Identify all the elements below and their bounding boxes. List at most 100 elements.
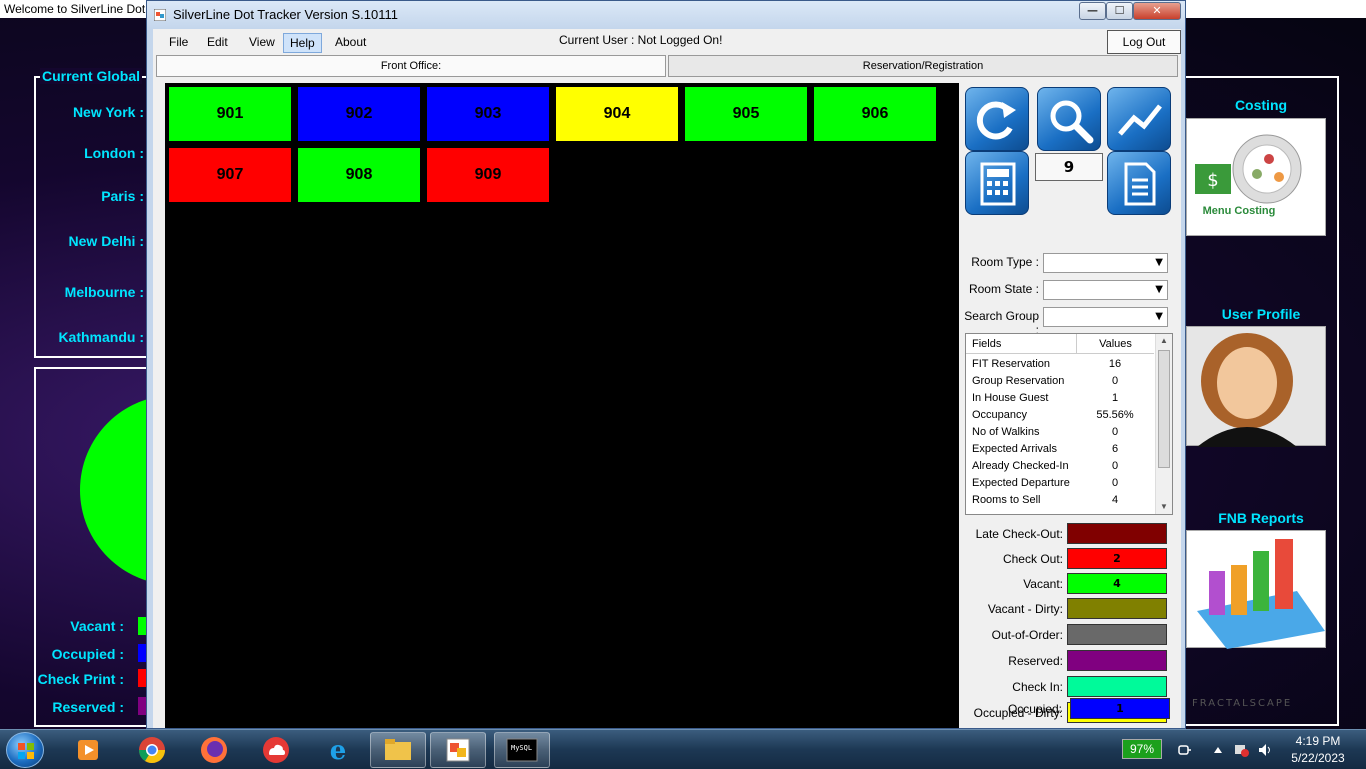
chevron-down-icon: ▼	[1155, 311, 1163, 322]
show-hidden-icons-icon[interactable]	[1210, 742, 1226, 758]
watermark-text: FRACTALSCAPE	[1192, 698, 1293, 709]
volume-icon[interactable]	[1257, 742, 1273, 758]
stats-header: Fields Values	[966, 334, 1154, 354]
stat-field: FIT Reservation	[972, 358, 1051, 370]
svg-text:$: $	[1207, 170, 1218, 191]
costing-tile[interactable]: $ Menu Costing	[1186, 118, 1326, 236]
room-board: 901 902 903 904 905 906 907 908 909	[165, 83, 959, 728]
legend-reserved-swatch	[1067, 650, 1167, 671]
silverline-app-icon	[446, 738, 470, 762]
close-button[interactable]: ✕	[1133, 2, 1181, 20]
chart-button[interactable]	[1107, 87, 1171, 151]
taskbar-cloud-app[interactable]	[248, 732, 304, 768]
logout-button[interactable]: Log Out	[1107, 30, 1181, 54]
taskbar-media-player[interactable]	[60, 732, 116, 768]
taskbar-firefox[interactable]	[186, 732, 242, 768]
scrollbar-thumb[interactable]	[1158, 350, 1170, 468]
window-titlebar[interactable]: SilverLine Dot Tracker Version S.10111 —…	[147, 1, 1185, 29]
room-tile[interactable]: 907	[169, 148, 291, 202]
stat-field: Expected Arrivals	[972, 443, 1057, 455]
room-tile[interactable]: 905	[685, 87, 807, 141]
stat-value: 1	[1111, 392, 1119, 404]
stats-header-fields: Fields	[972, 338, 1002, 350]
pie-legend-check-print: Check Print :	[37, 671, 124, 687]
room-tile[interactable]: 903	[427, 87, 549, 141]
calculator-icon	[980, 162, 1016, 206]
tab-reservation-registration[interactable]: Reservation/Registration	[668, 55, 1178, 77]
menu-costing-caption: Menu Costing	[1202, 205, 1276, 217]
costing-title: Costing	[1234, 97, 1288, 113]
maximize-button[interactable]: ☐	[1106, 2, 1133, 20]
chevron-down-icon: ▼	[1155, 284, 1163, 295]
taskbar: e MySQL 97% 4:19 PM 5/22/2023	[0, 729, 1366, 769]
legend-check-out-swatch: 2	[1067, 548, 1167, 569]
room-tile[interactable]: 908	[298, 148, 420, 202]
user-profile-tile[interactable]	[1186, 326, 1326, 447]
menu-help[interactable]: Help	[283, 33, 322, 53]
table-row[interactable]: Rooms to Sell 4	[966, 492, 1154, 509]
taskbar-silverline-app[interactable]	[430, 732, 486, 768]
stat-value: 0	[1111, 477, 1119, 489]
stat-value: 55.56%	[1096, 409, 1134, 421]
table-row[interactable]: Already Checked-In 0	[966, 458, 1154, 475]
firefox-icon	[201, 737, 227, 763]
room-tile[interactable]: 902	[298, 87, 420, 141]
room-tile[interactable]: 901	[169, 87, 291, 141]
search-button[interactable]	[1037, 87, 1101, 151]
report-button[interactable]	[1107, 151, 1171, 215]
table-row[interactable]: FIT Reservation 16	[966, 356, 1154, 373]
battery-indicator[interactable]: 97%	[1122, 739, 1162, 759]
stats-scrollbar[interactable]: ▲ ▼	[1155, 334, 1172, 514]
table-row[interactable]: No of Walkins 0	[966, 424, 1154, 441]
calculator-button[interactable]	[965, 151, 1029, 215]
legend-check-out-label: Check Out:	[1002, 552, 1063, 566]
chevron-down-icon: ▼	[1155, 257, 1163, 268]
menu-edit[interactable]: Edit	[201, 33, 234, 53]
scroll-up-icon[interactable]: ▲	[1160, 336, 1168, 345]
menu-view[interactable]: View	[243, 33, 281, 53]
chrome-icon	[138, 737, 166, 764]
svg-text:e: e	[330, 736, 347, 765]
room-tile[interactable]: 904	[556, 87, 678, 141]
file-explorer-icon	[385, 739, 411, 760]
search-icon	[1050, 100, 1094, 144]
tab-front-office[interactable]: Front Office:	[156, 55, 666, 77]
table-row[interactable]: In House Guest 1	[966, 390, 1154, 407]
menu-about[interactable]: About	[329, 33, 372, 53]
minimize-button[interactable]: —	[1079, 2, 1106, 20]
refresh-icon	[976, 101, 1016, 140]
menu-file[interactable]: File	[163, 33, 194, 53]
power-plug-icon[interactable]	[1176, 742, 1192, 758]
fnb-reports-tile[interactable]	[1186, 530, 1326, 649]
city-new-delhi: New Delhi :	[68, 233, 144, 249]
clock-date[interactable]: 5/22/2023	[1280, 751, 1356, 765]
mysql-label: MySQL	[511, 744, 533, 752]
clock-time[interactable]: 4:19 PM	[1280, 734, 1356, 748]
stat-value: 0	[1111, 426, 1119, 438]
table-row[interactable]: Expected Departure 0	[966, 475, 1154, 492]
table-row[interactable]: Group Reservation 0	[966, 373, 1154, 390]
side-panel: 9 Room Type : ▼ Room State : ▼ Search Gr…	[963, 83, 1179, 728]
scroll-down-icon[interactable]: ▼	[1160, 502, 1168, 511]
start-button[interactable]	[6, 732, 44, 768]
bar-chart-3d-icon	[1197, 539, 1325, 649]
search-group-select[interactable]: ▼	[1043, 307, 1168, 327]
room-tile[interactable]: 906	[814, 87, 936, 141]
taskbar-mysql[interactable]: MySQL	[494, 732, 550, 768]
taskbar-file-explorer[interactable]	[370, 732, 426, 768]
current-user-label: Current User : Not Logged On!	[559, 33, 723, 47]
stat-field: No of Walkins	[972, 426, 1040, 438]
room-tile[interactable]: 909	[427, 148, 549, 202]
refresh-button[interactable]	[965, 87, 1029, 151]
room-state-select[interactable]: ▼	[1043, 280, 1168, 300]
room-type-select[interactable]: ▼	[1043, 253, 1168, 273]
table-row[interactable]: Occupancy 55.56%	[966, 407, 1154, 424]
taskbar-internet-explorer[interactable]: e	[310, 732, 366, 768]
stats-grid[interactable]: Fields Values FIT Reservation 16 Group Re…	[965, 333, 1173, 515]
legend-vacant-label: Vacant:	[1023, 577, 1063, 591]
legend-vacant-dirty-swatch	[1067, 598, 1167, 619]
taskbar-chrome[interactable]	[124, 732, 180, 768]
stat-value: 16	[1108, 358, 1122, 370]
table-row[interactable]: Expected Arrivals 6	[966, 441, 1154, 458]
network-error-icon[interactable]	[1234, 742, 1250, 758]
